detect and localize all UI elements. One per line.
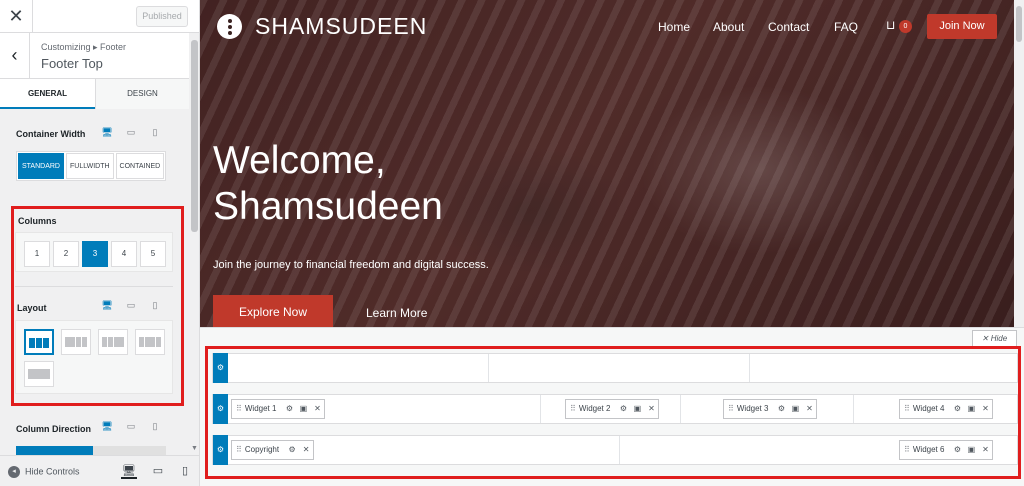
join-now-button[interactable]: Join Now: [927, 14, 997, 39]
mobile-icon[interactable]: ▯: [143, 421, 167, 432]
container-width-label: Container Width: [16, 129, 86, 139]
mobile-icon[interactable]: ▯: [143, 127, 167, 138]
desktop-icon[interactable]: 🖥: [95, 127, 119, 138]
section-title: Footer Top: [41, 56, 103, 71]
tablet-icon[interactable]: ▭: [119, 421, 143, 432]
close-icon: ✕: [981, 334, 991, 343]
cart-count-badge: 0: [899, 20, 912, 33]
highlight-annotation: [205, 346, 1021, 479]
back-arrow-icon[interactable]: ‹: [0, 33, 30, 79]
hero-section: SHAMSUDEEN Home About Contact FAQ ⊔ 0 Jo…: [200, 0, 1014, 327]
nav-faq[interactable]: FAQ: [834, 20, 858, 34]
site-preview: SHAMSUDEEN Home About Contact FAQ ⊔ 0 Jo…: [200, 0, 1024, 486]
breadcrumb: Customizing ▸ Footer: [41, 42, 127, 52]
container-width-contained-button[interactable]: Contained: [115, 153, 165, 179]
nav-home[interactable]: Home: [658, 20, 690, 34]
tab-general[interactable]: General: [0, 79, 95, 109]
preview-scrollbar[interactable]: [1014, 0, 1024, 327]
tab-bar: General Design: [0, 79, 189, 109]
hide-controls-label: Hide Controls: [25, 466, 80, 477]
section-header: ‹ Customizing ▸ Footer Footer Top: [0, 33, 189, 79]
tablet-icon[interactable]: ▭: [119, 127, 143, 138]
site-logo-icon[interactable]: [217, 14, 242, 39]
tablet-preview-icon[interactable]: ▭: [150, 463, 166, 479]
explore-now-button[interactable]: Explore Now: [213, 295, 333, 327]
container-width-options: Standard Fullwidth Contained: [16, 151, 167, 181]
highlight-annotation: [11, 206, 184, 406]
mobile-preview-icon[interactable]: ▯: [177, 463, 193, 479]
hide-controls-button[interactable]: ◂ Hide Controls: [8, 466, 80, 478]
customizer-footer: ◂ Hide Controls 🖥 ▭ ▯: [0, 455, 199, 486]
nav-contact[interactable]: Contact: [768, 20, 809, 34]
column-direction-device-switcher: 🖥 ▭ ▯: [95, 421, 167, 432]
hide-builder-label: Hide: [990, 334, 1008, 343]
collapse-icon: ◂: [8, 466, 20, 478]
customizer-topbar: ✕ Published: [0, 0, 199, 33]
container-width-device-switcher: 🖥 ▭ ▯: [95, 127, 167, 138]
site-title[interactable]: SHAMSUDEEN: [255, 13, 427, 40]
desktop-preview-icon[interactable]: 🖥: [121, 463, 137, 479]
scroll-down-arrow-icon[interactable]: ▼: [189, 443, 199, 455]
column-direction-label: Column Direction: [16, 424, 92, 434]
container-width-fullwidth-button[interactable]: Fullwidth: [65, 153, 114, 179]
customizer-sidebar: ✕ Published ‹ Customizing ▸ Footer Foote…: [0, 0, 200, 486]
nav-about[interactable]: About: [713, 20, 744, 34]
learn-more-link[interactable]: Learn More: [366, 306, 427, 320]
sidebar-scrollbar-thumb[interactable]: [191, 40, 198, 232]
tab-design[interactable]: Design: [95, 79, 189, 109]
hero-subtitle: Join the journey to financial freedom an…: [213, 259, 489, 271]
published-button[interactable]: Published: [136, 6, 188, 27]
hero-heading: Welcome, Shamsudeen: [213, 139, 443, 228]
container-width-standard-button[interactable]: Standard: [18, 153, 64, 179]
preview-scrollbar-thumb[interactable]: [1016, 6, 1022, 42]
cart-icon[interactable]: ⊔: [886, 18, 900, 32]
desktop-icon[interactable]: 🖥: [95, 421, 119, 432]
close-icon[interactable]: ✕: [0, 0, 33, 33]
